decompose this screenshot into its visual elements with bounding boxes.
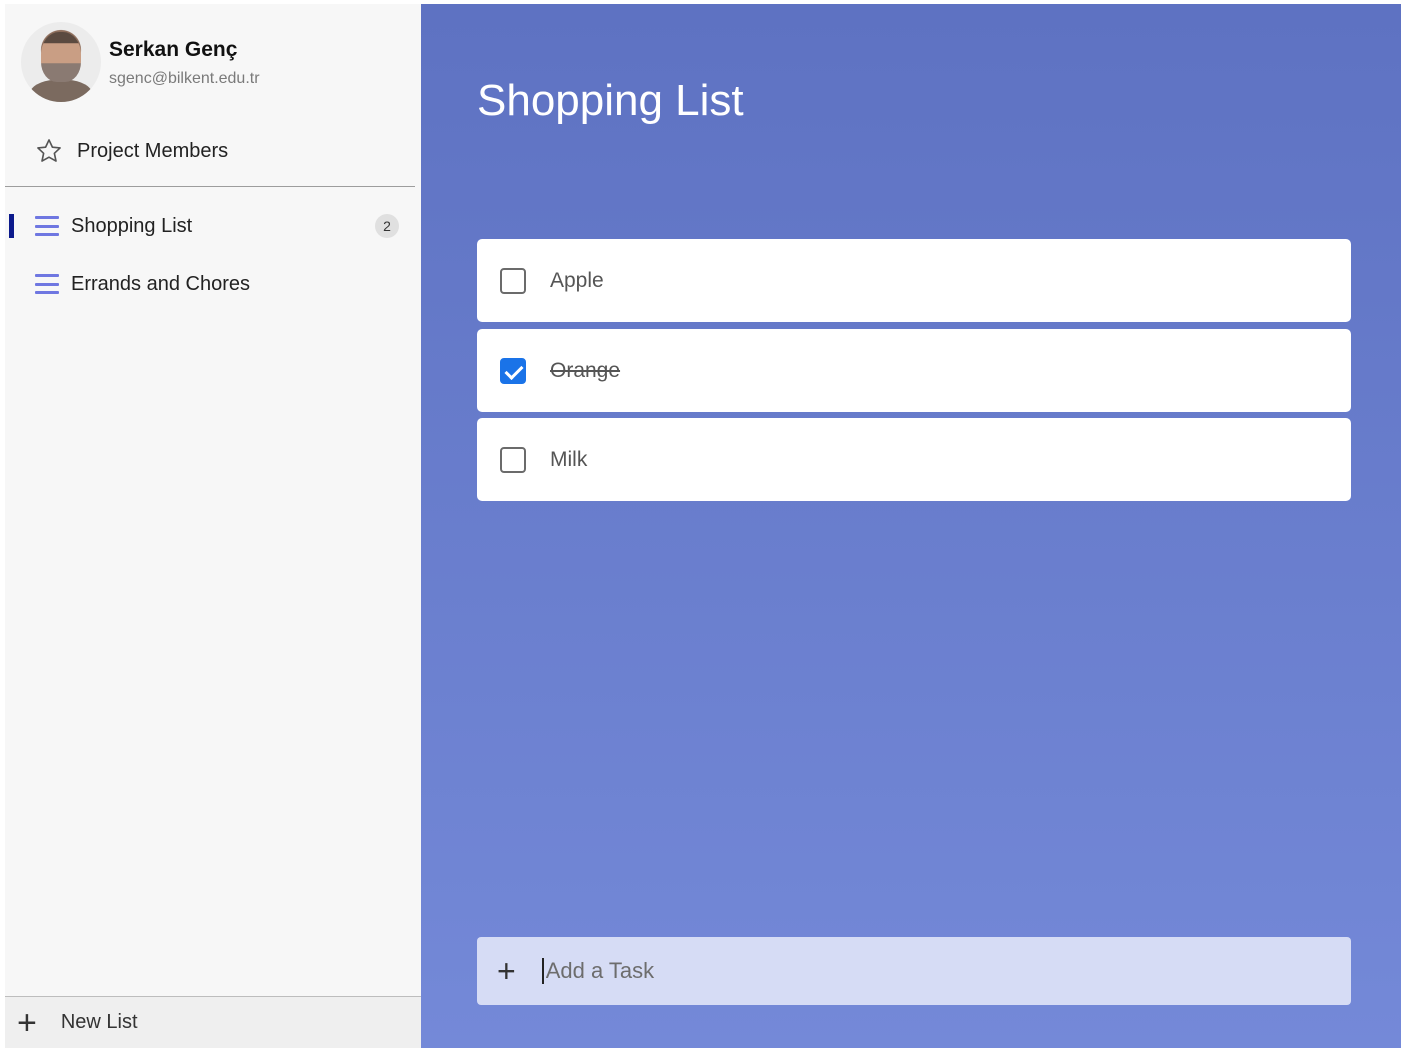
user-name: Serkan Genç [109, 38, 238, 61]
project-members-label: Project Members [77, 139, 229, 162]
task-label: Apple [550, 268, 604, 292]
user-profile[interactable]: Serkan Genç sgenc@bilkent.edu.tr [15, 20, 405, 110]
task-label: Milk [550, 447, 588, 471]
add-task-bar[interactable]: + [477, 937, 1351, 1005]
sidebar-item-label: Errands and Chores [71, 272, 250, 295]
task-item[interactable]: Apple [477, 239, 1351, 322]
sidebar-item-errands-and-chores[interactable]: Errands and Chores [5, 262, 415, 306]
list-menu-icon [35, 216, 59, 236]
sidebar-item-shopping-list[interactable]: Shopping List 2 [5, 204, 415, 248]
page-title: Shopping List [477, 76, 744, 125]
list-menu-icon [35, 274, 59, 294]
add-task-input[interactable] [541, 958, 1242, 984]
task-item[interactable]: Orange [477, 329, 1351, 412]
sidebar-divider [5, 186, 415, 187]
task-item[interactable]: Milk [477, 418, 1351, 501]
avatar [21, 22, 101, 102]
sidebar-item-label: Shopping List [71, 214, 193, 237]
task-checkbox[interactable] [500, 446, 526, 473]
task-label: Orange [550, 358, 621, 382]
main-panel: Shopping List Apple Orange Milk + [421, 4, 1401, 1048]
sidebar: Serkan Genç sgenc@bilkent.edu.tr Project… [5, 4, 421, 1048]
task-checkbox[interactable] [500, 267, 526, 294]
count-badge: 2 [375, 214, 399, 238]
task-checkbox[interactable] [500, 357, 526, 384]
star-icon [37, 139, 61, 162]
plus-icon: + [17, 1003, 37, 1042]
user-email: sgenc@bilkent.edu.tr [109, 70, 260, 87]
new-list-label: New List [60, 1011, 138, 1033]
plus-icon[interactable]: + [497, 955, 516, 987]
app-window: Serkan Genç sgenc@bilkent.edu.tr Project… [5, 4, 1401, 1048]
new-list-button[interactable]: + New List [5, 996, 421, 1048]
project-members-link[interactable]: Project Members [35, 136, 228, 166]
